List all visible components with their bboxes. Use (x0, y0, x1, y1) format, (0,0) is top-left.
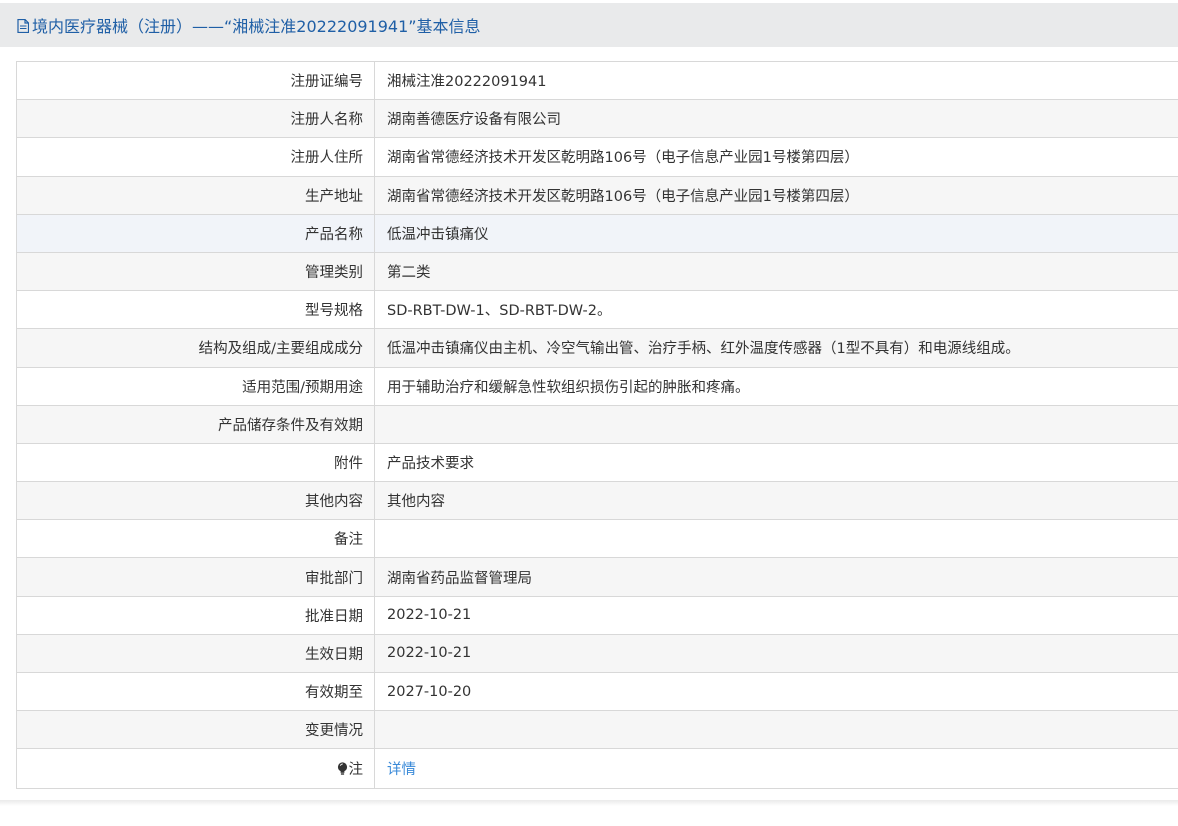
field-value (374, 519, 1178, 559)
table-row: 型号规格 SD-RBT-DW-1、SD-RBT-DW-2。 (16, 290, 1178, 330)
field-value: 低温冲击镇痛仪 (374, 213, 1178, 253)
field-value: 湘械注准20222091941 (374, 60, 1178, 101)
table-row: 其他内容 其他内容 (16, 481, 1178, 521)
field-label: 注册人名称 (16, 99, 375, 139)
field-value (374, 404, 1178, 444)
field-label: 产品名称 (16, 213, 375, 253)
field-value: 湖南省常德经济技术开发区乾明路106号（电子信息产业园1号楼第四层） (374, 175, 1178, 215)
note-row: 注 详情 (16, 748, 1178, 790)
page-bottom-shadow (0, 800, 1178, 806)
field-value: 产品技术要求 (374, 442, 1178, 483)
table-row: 注册人住所 湖南省常德经济技术开发区乾明路106号（电子信息产业园1号楼第四层） (16, 137, 1178, 177)
page-title: 境内医疗器械（注册）——“湘械注准20222091941”基本信息 (32, 17, 481, 36)
table-row: 产品名称 低温冲击镇痛仪 (16, 213, 1178, 253)
field-value: 低温冲击镇痛仪由主机、冷空气输出管、治疗手柄、红外温度传感器（1型不具有）和电源… (374, 328, 1178, 368)
field-label: 注册人住所 (16, 137, 375, 177)
field-value: 其他内容 (374, 481, 1178, 521)
document-icon (17, 18, 30, 34)
lightbulb-icon (337, 762, 348, 776)
table-row: 适用范围/预期用途 用于辅助治疗和缓解急性软组织损伤引起的肿胀和疼痛。 (16, 366, 1178, 406)
field-value: 2022-10-21 (374, 633, 1178, 674)
field-label: 适用范围/预期用途 (16, 366, 375, 406)
field-value: 2027-10-20 (374, 671, 1178, 712)
field-value (374, 710, 1178, 750)
table-row: 结构及组成/主要组成成分 低温冲击镇痛仪由主机、冷空气输出管、治疗手柄、红外温度… (16, 328, 1178, 368)
field-label: 附件 (16, 442, 375, 483)
table-row: 生效日期 2022-10-21 (16, 633, 1178, 674)
field-label: 变更情况 (16, 710, 375, 750)
table-row: 备注 (16, 519, 1178, 559)
field-label: 其他内容 (16, 481, 375, 521)
field-value: 湖南省药品监督管理局 (374, 557, 1178, 597)
table-row: 产品储存条件及有效期 (16, 404, 1178, 444)
field-value: 2022-10-21 (374, 595, 1178, 635)
table-row: 批准日期 2022-10-21 (16, 595, 1178, 635)
table-row: 管理类别 第二类 (16, 251, 1178, 292)
note-label-cell: 注 (16, 748, 375, 790)
field-value: 用于辅助治疗和缓解急性软组织损伤引起的肿胀和疼痛。 (374, 366, 1178, 406)
info-table: 注册证编号 湘械注准20222091941 注册人名称 湖南善德医疗设备有限公司… (16, 60, 1178, 790)
field-label: 注册证编号 (16, 60, 375, 101)
table-row: 有效期至 2027-10-20 (16, 671, 1178, 712)
table-row: 变更情况 (16, 710, 1178, 750)
page-header: 境内医疗器械（注册）——“湘械注准20222091941”基本信息 (0, 3, 1178, 47)
table-row: 审批部门 湖南省药品监督管理局 (16, 557, 1178, 597)
field-label: 管理类别 (16, 251, 375, 292)
field-label: 生效日期 (16, 633, 375, 674)
field-value: 第二类 (374, 251, 1178, 292)
table-row: 生产地址 湖南省常德经济技术开发区乾明路106号（电子信息产业园1号楼第四层） (16, 175, 1178, 215)
page: 境内医疗器械（注册）——“湘械注准20222091941”基本信息 注册证编号 … (0, 0, 1178, 826)
table-row: 注册证编号 湘械注准20222091941 (16, 60, 1178, 101)
field-value: SD-RBT-DW-1、SD-RBT-DW-2。 (374, 290, 1178, 330)
field-value: 湖南省常德经济技术开发区乾明路106号（电子信息产业园1号楼第四层） (374, 137, 1178, 177)
field-label: 批准日期 (16, 595, 375, 635)
field-label: 审批部门 (16, 557, 375, 597)
field-label: 有效期至 (16, 671, 375, 712)
field-label: 型号规格 (16, 290, 375, 330)
note-label: 注 (348, 762, 364, 779)
note-value-cell: 详情 (374, 748, 1178, 790)
details-link[interactable]: 详情 (387, 762, 416, 778)
field-label: 结构及组成/主要组成成分 (16, 328, 375, 368)
field-label: 生产地址 (16, 175, 375, 215)
table-row: 注册人名称 湖南善德医疗设备有限公司 (16, 99, 1178, 139)
table-row: 附件 产品技术要求 (16, 442, 1178, 483)
field-value: 湖南善德医疗设备有限公司 (374, 99, 1178, 139)
field-label: 产品储存条件及有效期 (16, 404, 375, 444)
field-label: 备注 (16, 519, 375, 559)
